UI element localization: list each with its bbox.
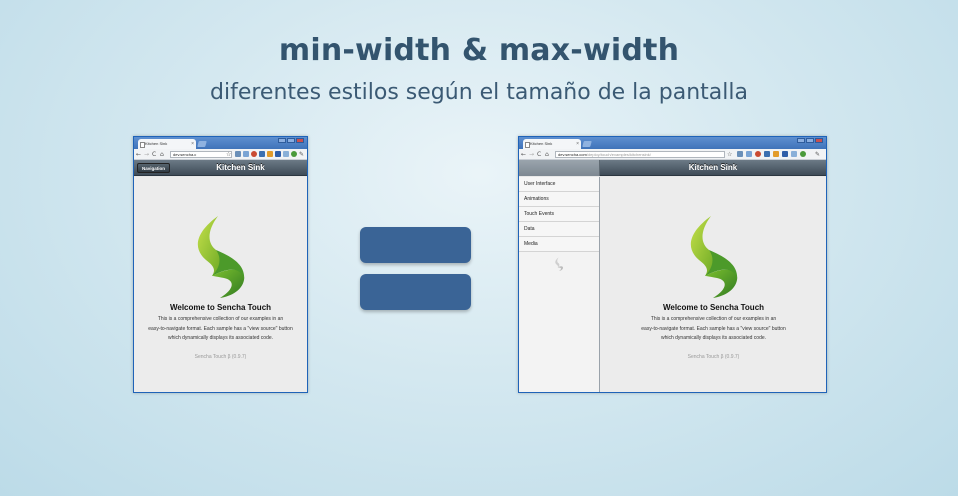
version-text: Sencha Touch β (0.9.7) (194, 353, 247, 360)
app-content: User Interface Animations Touch Events D… (519, 177, 826, 392)
welcome-heading: Welcome to Sencha Touch (662, 303, 765, 312)
back-icon[interactable]: ← (521, 149, 526, 160)
forward-icon[interactable]: → (144, 149, 149, 160)
sencha-logo-icon (690, 216, 738, 298)
app-toolbar: Kitchen Sink (519, 160, 826, 176)
sidebar-item-user-interface[interactable]: User Interface (519, 177, 599, 192)
welcome-line: easy-to-navigate format. Each sample has… (148, 325, 293, 332)
window-controls (797, 138, 823, 143)
extension-icon[interactable] (791, 151, 797, 157)
sidebar-header (519, 160, 600, 176)
home-icon[interactable]: ⌂ (160, 149, 164, 160)
address-bar[interactable]: dev.sencha.c (170, 151, 232, 158)
welcome-line: This is a comprehensive collection of ou… (157, 316, 284, 322)
extension-icon[interactable] (243, 151, 249, 157)
welcome-panel: Welcome to Sencha Touch This is a compre… (134, 303, 307, 362)
address-path: /deploy/touch/examples/kitchensink/ (586, 152, 651, 157)
forward-icon[interactable]: → (529, 149, 534, 160)
extension-icon[interactable] (782, 151, 788, 157)
welcome-heading: Welcome to Sencha Touch (169, 303, 272, 312)
maximize-icon[interactable] (287, 138, 295, 143)
app-title: Kitchen Sink (688, 163, 738, 172)
window-titlebar: Kitchen Sink × (134, 137, 307, 149)
extension-icon[interactable] (291, 151, 297, 157)
minimize-icon[interactable] (278, 138, 286, 143)
extension-icon[interactable] (746, 151, 752, 157)
tab-close-icon[interactable]: × (576, 139, 579, 149)
welcome-panel: Welcome to Sencha Touch This is a compre… (601, 303, 826, 362)
star-icon[interactable]: ☆ (727, 149, 732, 160)
sencha-watermark-icon (555, 257, 564, 271)
extension-icon[interactable] (737, 151, 743, 157)
sidebar-item-data[interactable]: Data (519, 222, 599, 237)
extension-icon[interactable] (800, 151, 806, 157)
browser-tab[interactable]: Kitchen Sink × (138, 139, 196, 149)
extension-icon[interactable] (755, 151, 761, 157)
tab-close-icon[interactable]: × (191, 139, 194, 149)
welcome-line: which dynamically displays its associate… (660, 335, 767, 341)
address-text: dev.sencha.c (173, 152, 197, 157)
equals-bar-bottom (360, 274, 471, 310)
extension-icon[interactable] (764, 151, 770, 157)
sidebar-item-media[interactable]: Media (519, 237, 599, 252)
sencha-logo-icon (197, 216, 245, 298)
extension-icon[interactable] (235, 151, 241, 157)
welcome-line: which dynamically displays its associate… (167, 335, 274, 341)
browser-window-large: Kitchen Sink × ← → C ⌂ dev.sencha.com/de… (518, 136, 827, 393)
app-title: Kitchen Sink (216, 163, 265, 172)
address-host: dev.sencha.com (558, 152, 587, 157)
extension-icon[interactable] (251, 151, 257, 157)
browser-toolbar: ← → C ⌂ dev.sencha.c ☆ ✎ (134, 149, 307, 160)
navigation-button[interactable]: Navigation (137, 163, 171, 173)
reload-icon[interactable]: C (537, 149, 541, 160)
minimize-icon[interactable] (797, 138, 805, 143)
reload-icon[interactable]: C (152, 149, 156, 160)
page-title: min-width & max-width (278, 33, 680, 68)
extension-icon[interactable] (283, 151, 289, 157)
sidebar-item-touch-events[interactable]: Touch Events (519, 207, 599, 222)
extension-icon[interactable] (773, 151, 779, 157)
close-icon[interactable] (296, 138, 304, 143)
window-controls (278, 138, 304, 143)
equals-bar-top (360, 227, 471, 263)
version-text: Sencha Touch β (0.9.7) (687, 353, 740, 360)
wrench-icon[interactable]: ✎ (299, 149, 304, 160)
tab-label: Kitchen Sink (145, 141, 168, 146)
app-content: Welcome to Sencha Touch This is a compre… (134, 177, 307, 392)
maximize-icon[interactable] (806, 138, 814, 143)
new-tab-icon[interactable] (582, 141, 592, 147)
browser-tab[interactable]: Kitchen Sink × (523, 139, 581, 149)
new-tab-icon[interactable] (197, 141, 207, 147)
extension-icon[interactable] (267, 151, 273, 157)
welcome-line: easy-to-navigate format. Each sample has… (641, 325, 786, 332)
sidebar-item-animations[interactable]: Animations (519, 192, 599, 207)
page-subtitle: diferentes estilos según el tamaño de la… (210, 80, 748, 105)
extension-icon[interactable] (275, 151, 281, 157)
back-icon[interactable]: ← (136, 149, 141, 160)
window-titlebar: Kitchen Sink × (519, 137, 826, 149)
browser-window-small: Kitchen Sink × ← → C ⌂ dev.sencha.c ☆ ✎ … (133, 136, 308, 393)
home-icon[interactable]: ⌂ (545, 149, 549, 160)
close-icon[interactable] (815, 138, 823, 143)
tab-label: Kitchen Sink (530, 141, 553, 146)
browser-toolbar: ← → C ⌂ dev.sencha.com/deploy/touch/exam… (519, 149, 826, 160)
address-bar[interactable]: dev.sencha.com/deploy/touch/examples/kit… (555, 151, 725, 158)
extension-icon[interactable] (259, 151, 265, 157)
star-icon[interactable]: ☆ (226, 149, 231, 160)
sidebar-menu: User Interface Animations Touch Events D… (519, 177, 600, 392)
app-toolbar: Navigation Kitchen Sink (134, 160, 307, 176)
welcome-line: This is a comprehensive collection of ou… (650, 316, 777, 322)
wrench-icon[interactable]: ✎ (815, 149, 820, 160)
